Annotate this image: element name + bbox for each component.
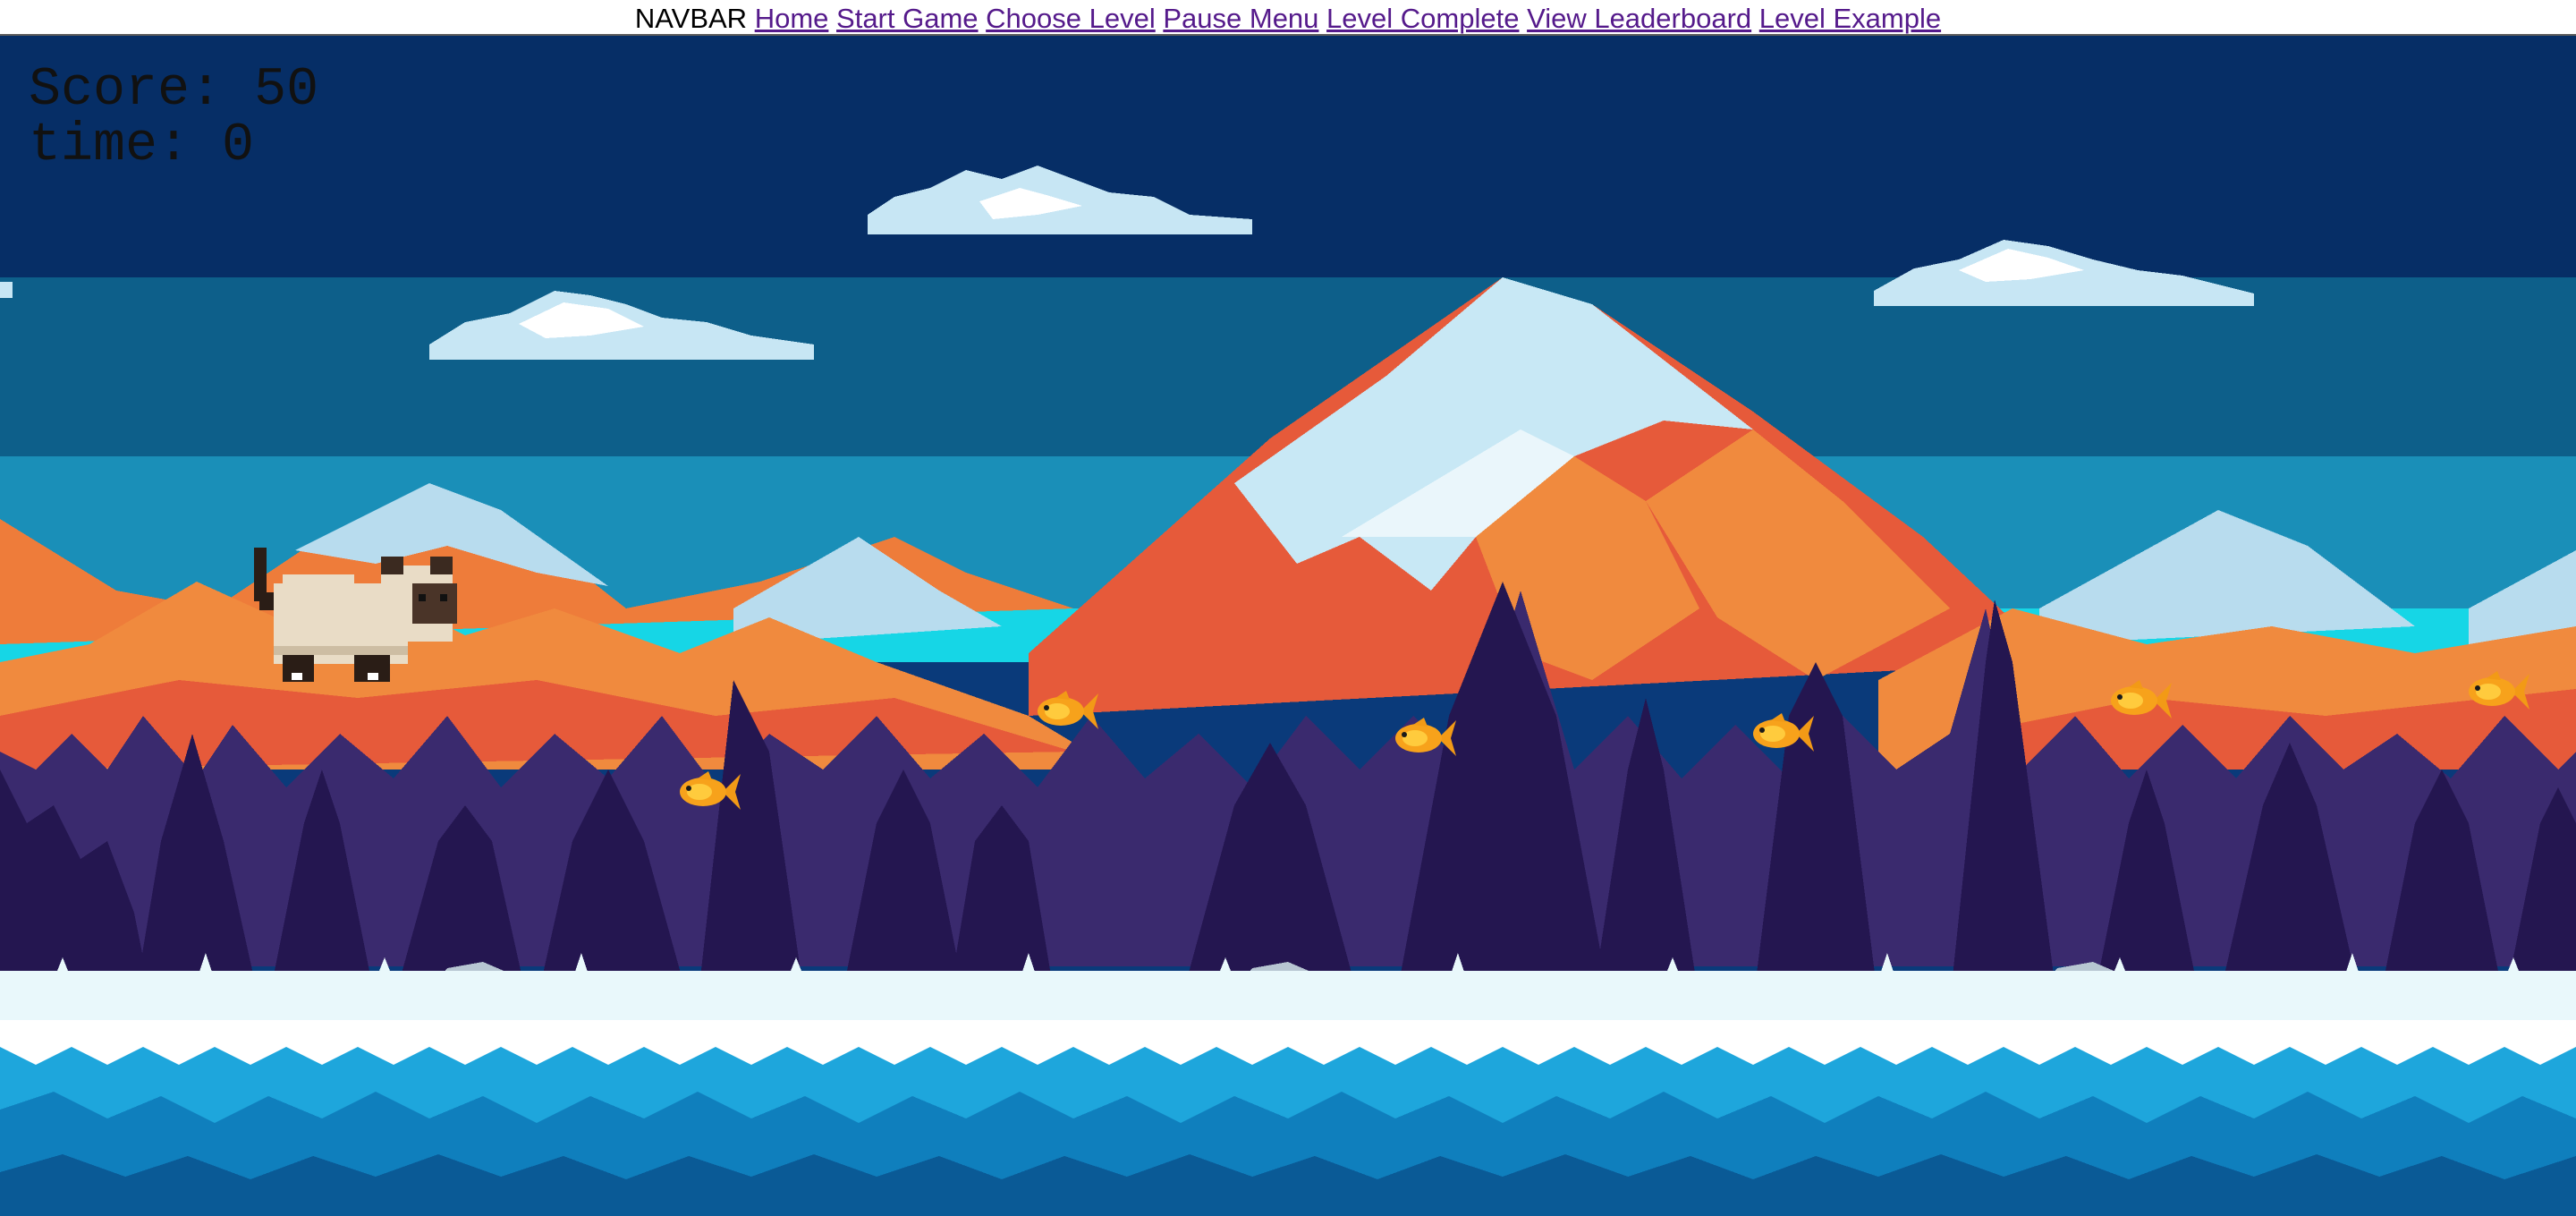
hud: Score: 50 time: 0 [29, 63, 318, 174]
fish-collectible [1395, 718, 1456, 756]
fish-collectible [2469, 671, 2529, 710]
fish-collectible [1753, 713, 1814, 752]
nav-link-choose-level[interactable]: Choose Level [986, 3, 1156, 34]
score-label: Score: [29, 60, 223, 121]
nav-link-level-example[interactable]: Level Example [1759, 3, 1941, 34]
nav-link-view-leaderboard[interactable]: View Leaderboard [1527, 3, 1751, 34]
nav-link-level-complete[interactable]: Level Complete [1326, 3, 1519, 34]
navbar-brand: NAVBAR [634, 3, 748, 34]
nav-link-home[interactable]: Home [755, 3, 829, 34]
nav-link-pause-menu[interactable]: Pause Menu [1163, 3, 1318, 34]
score-display: Score: 50 [29, 63, 318, 118]
time-display: time: 0 [29, 118, 318, 174]
game-canvas[interactable]: Score: 50 time: 0 [0, 36, 2576, 1216]
time-value: 0 [222, 115, 255, 176]
navbar: NAVBAR Home Start Game Choose Level Paus… [0, 0, 2576, 36]
score-value: 50 [254, 60, 319, 121]
fish-collectible [1038, 691, 1098, 729]
nav-link-start-game[interactable]: Start Game [836, 3, 979, 34]
fish-collectible [2111, 680, 2172, 719]
player-cat-sprite [254, 548, 457, 682]
fish-collectible [680, 771, 741, 810]
time-label: time: [29, 115, 191, 176]
